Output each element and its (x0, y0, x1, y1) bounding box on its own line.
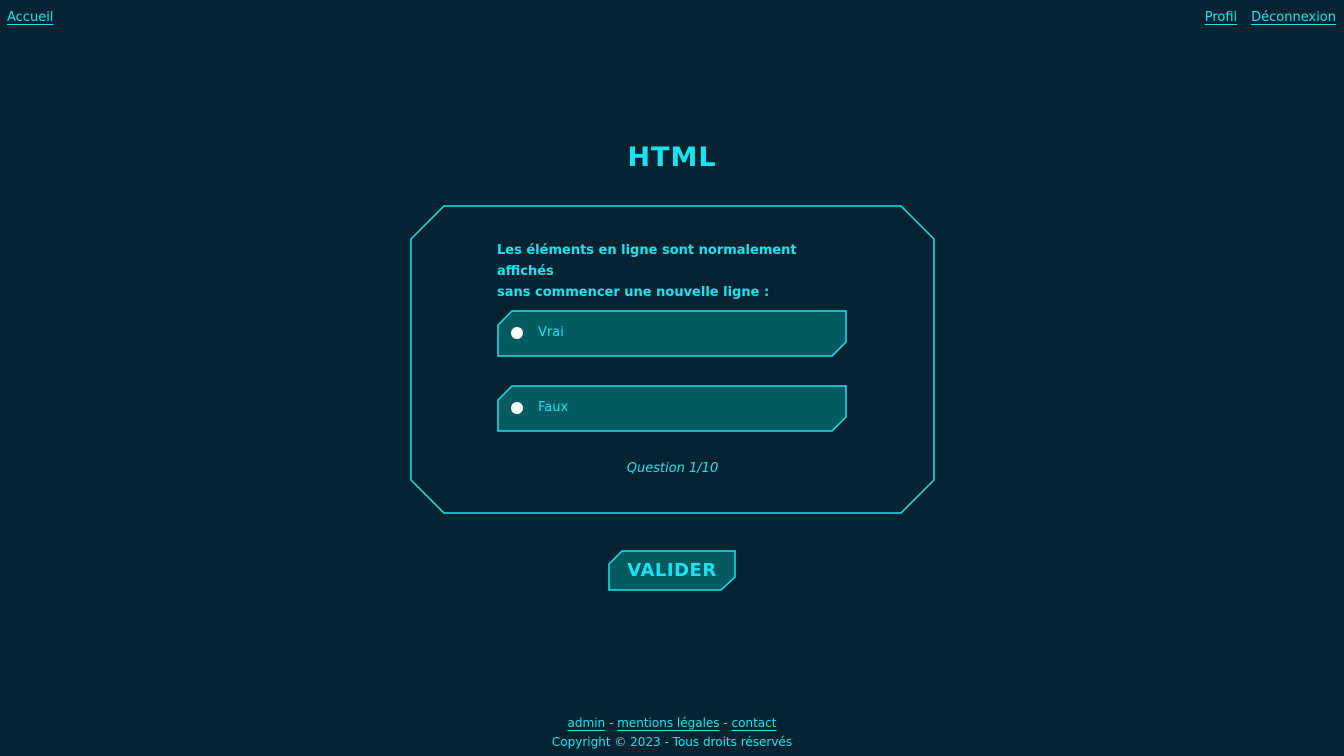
answer-label: Vrai (538, 325, 564, 340)
footer-separator: - (608, 716, 614, 730)
top-nav-left: Accueil (7, 10, 53, 25)
answer-option-faux[interactable]: Faux (497, 385, 848, 432)
logout-link[interactable]: Déconnexion (1251, 10, 1336, 25)
legal-notice-link[interactable]: mentions légales (617, 716, 719, 730)
answer-option-vrai[interactable]: Vrai (497, 310, 848, 357)
page-title: HTML (627, 142, 717, 173)
admin-link[interactable]: admin (568, 716, 606, 730)
top-nav-right: Profil Déconnexion (1205, 10, 1336, 25)
footer: admin - mentions légales - contact Copyr… (0, 714, 1344, 752)
question-line-2: sans commencer une nouvelle ligne : (497, 285, 770, 300)
radio-button[interactable] (511, 402, 523, 414)
footer-separator: - (723, 716, 728, 730)
validate-button-label: VALIDER (627, 560, 717, 581)
question-text: Les éléments en ligne sont normalement a… (497, 240, 857, 303)
radio-button[interactable] (511, 327, 523, 339)
home-link[interactable]: Accueil (7, 10, 53, 25)
answer-label: Faux (538, 400, 569, 415)
contact-link[interactable]: contact (732, 716, 777, 730)
profile-link[interactable]: Profil (1205, 10, 1237, 25)
question-line-1: Les éléments en ligne sont normalement a… (497, 243, 797, 279)
question-counter: Question 1/10 (626, 461, 719, 476)
validate-button[interactable]: VALIDER (608, 550, 736, 591)
footer-links: admin - mentions légales - contact (0, 714, 1344, 733)
copyright: Copyright © 2023 - Tous droits réservés (551, 735, 793, 749)
